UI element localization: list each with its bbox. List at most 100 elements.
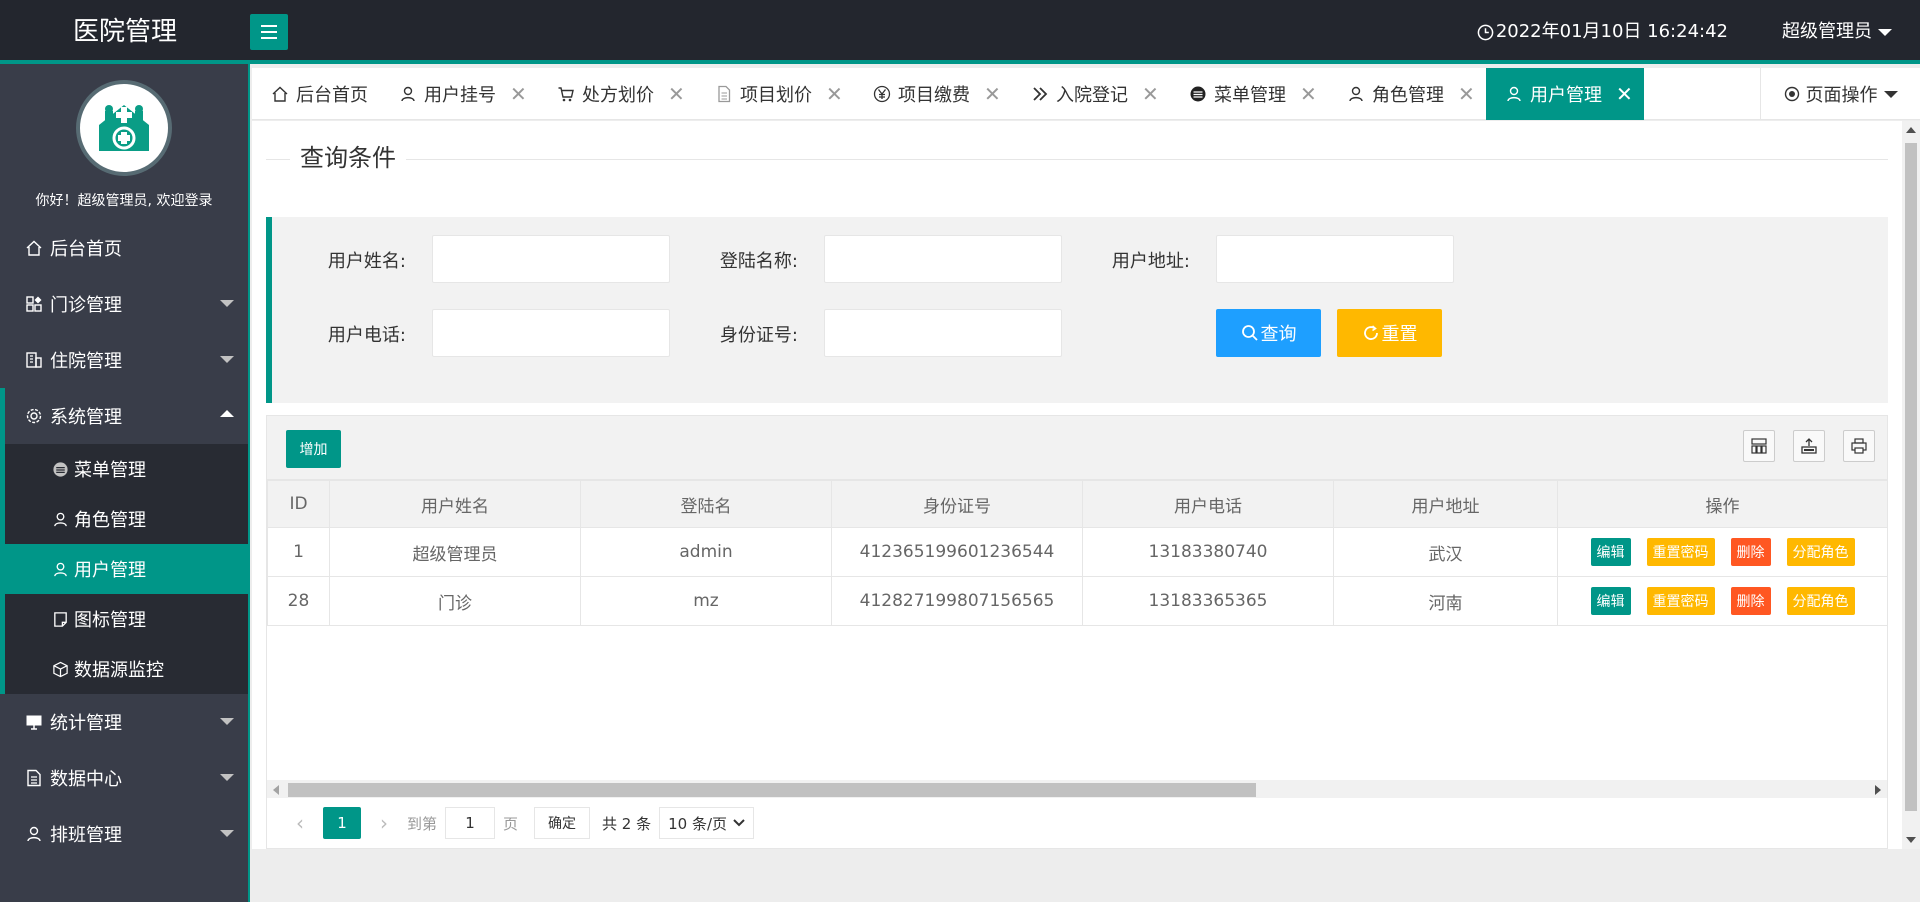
sidebar-item-menu-manage[interactable]: 菜单管理 (5, 444, 248, 494)
next-page-icon[interactable]: › (369, 807, 399, 839)
refresh-icon (1363, 325, 1378, 340)
sub-item-label: 数据源监控 (74, 660, 164, 681)
username-input[interactable] (432, 235, 670, 283)
sidebar-item-outpatient[interactable]: 门诊管理 (0, 276, 248, 332)
idcard-input[interactable] (824, 309, 1062, 357)
scroll-right-icon[interactable] (1875, 785, 1881, 795)
column-header[interactable]: 用户电话 (1082, 480, 1334, 528)
username-label: 用户姓名: (327, 251, 406, 272)
close-icon[interactable]: ✕ (1616, 82, 1633, 106)
tab-item-pricing[interactable]: 项目划价 ✕ (696, 68, 854, 120)
scrollbar-thumb[interactable] (288, 783, 1256, 797)
login-name-label: 登陆名称: (719, 251, 798, 272)
tab-registration[interactable]: 用户挂号 ✕ (380, 68, 538, 120)
sub-item-label: 用户管理 (74, 560, 146, 581)
column-header[interactable]: 用户姓名 (329, 480, 581, 528)
sidebar-item-label: 系统管理 (50, 407, 122, 428)
column-header[interactable]: 登陆名 (580, 480, 832, 528)
reset-password-button[interactable]: 重置密码 (1646, 587, 1715, 615)
menu-toggle-button[interactable] (250, 14, 288, 50)
close-icon[interactable]: ✕ (984, 82, 1001, 106)
columns-filter-button[interactable] (1743, 430, 1775, 462)
column-header[interactable]: 操作 (1557, 480, 1888, 528)
search-button[interactable]: 查询 (1216, 309, 1321, 357)
scrollbar-thumb[interactable] (1905, 143, 1917, 811)
delete-button[interactable]: 删除 (1730, 538, 1771, 566)
sidebar-item-user-manage[interactable]: 用户管理 (0, 544, 248, 594)
horizontal-scrollbar[interactable] (267, 780, 1887, 798)
print-icon (1851, 438, 1867, 454)
sub-item-label: 图标管理 (74, 610, 146, 631)
column-header[interactable]: ID (267, 480, 330, 528)
page-operations-dropdown[interactable]: 页面操作 (1760, 68, 1920, 120)
tab-role-manage[interactable]: 角色管理 ✕ (1328, 68, 1486, 120)
export-button[interactable] (1793, 430, 1825, 462)
tab-admission[interactable]: 入院登记 ✕ (1012, 68, 1170, 120)
home-icon (24, 238, 44, 258)
cell-login: mz (580, 576, 832, 626)
tab-prescription-pricing[interactable]: 处方划价 ✕ (538, 68, 696, 120)
assign-role-button[interactable]: 分配角色 (1786, 587, 1855, 615)
tab-menu-manage[interactable]: 菜单管理 ✕ (1170, 68, 1328, 120)
table-header-row: ID 用户姓名 登陆名 身份证号 用户电话 用户地址 操作 (267, 480, 1888, 528)
tab-item-payment[interactable]: 项目缴费 ✕ (854, 68, 1012, 120)
hospital-icon (99, 105, 149, 151)
sidebar-item-schedule[interactable]: 排班管理 (0, 806, 248, 862)
scroll-left-icon[interactable] (273, 785, 279, 795)
reset-button[interactable]: 重置 (1337, 309, 1442, 357)
app-logo[interactable]: 医院管理 (0, 0, 250, 60)
sidebar-item-datacenter[interactable]: 数据中心 (0, 750, 248, 806)
close-icon[interactable]: ✕ (1300, 82, 1317, 106)
caret-down-icon (1878, 28, 1892, 36)
cell-address: 河南 (1333, 576, 1558, 626)
cell-address: 武汉 (1333, 527, 1558, 577)
prev-page-icon[interactable]: ‹ (285, 807, 315, 839)
file-icon (714, 84, 734, 104)
caret-down-icon (220, 774, 234, 781)
close-icon[interactable]: ✕ (668, 82, 685, 106)
goto-page-input[interactable]: 1 (445, 807, 496, 839)
sidebar: 你好！超级管理员, 欢迎登录 后台首页 门诊管理 住院管理 系统管理 菜单管理 (0, 64, 250, 902)
address-input[interactable] (1216, 235, 1454, 283)
table-row[interactable]: 28 门诊 mz 412827199807156565 13183365365 … (267, 576, 1888, 626)
sidebar-item-inpatient[interactable]: 住院管理 (0, 332, 248, 388)
tab-user-manage[interactable]: 用户管理 ✕ (1486, 68, 1644, 120)
assign-role-button[interactable]: 分配角色 (1786, 538, 1855, 566)
print-button[interactable] (1843, 430, 1875, 462)
column-header[interactable]: 用户地址 (1333, 480, 1558, 528)
vertical-scrollbar[interactable] (1902, 121, 1920, 849)
tab-home[interactable]: 后台首页 (252, 68, 380, 120)
column-header[interactable]: 身份证号 (831, 480, 1083, 528)
cell-login: admin (580, 527, 832, 577)
add-button[interactable]: 增加 (286, 430, 341, 468)
scroll-down-icon[interactable] (1906, 837, 1916, 843)
main-content: 查询条件 用户姓名: 登陆名称: 用户地址: 用户电话: 身份证号: 查询 重置… (252, 121, 1902, 849)
phone-input[interactable] (432, 309, 670, 357)
close-icon[interactable]: ✕ (510, 82, 527, 106)
current-page[interactable]: 1 (323, 807, 361, 839)
close-icon[interactable]: ✕ (1142, 82, 1159, 106)
sidebar-item-home[interactable]: 后台首页 (0, 220, 248, 276)
tab-label: 项目缴费 (898, 85, 970, 106)
edit-button[interactable]: 编辑 (1590, 587, 1631, 615)
sidebar-item-role-manage[interactable]: 角色管理 (5, 494, 248, 544)
sidebar-item-statistics[interactable]: 统计管理 (0, 694, 248, 750)
pagination: ‹ 1 › 到第 1 页 确定 共 2 条 10 条/页 (267, 798, 1887, 848)
goto-confirm-button[interactable]: 确定 (534, 807, 591, 839)
delete-button[interactable]: 删除 (1730, 587, 1771, 615)
welcome-text: 你好！超级管理员, 欢迎登录 (35, 193, 213, 209)
table-row[interactable]: 1 超级管理员 admin 412365199601236544 1318338… (267, 527, 1888, 577)
close-icon[interactable]: ✕ (826, 82, 843, 106)
hospital-avatar[interactable] (76, 80, 172, 176)
sidebar-item-system[interactable]: 系统管理 (0, 388, 248, 444)
edit-button[interactable]: 编辑 (1590, 538, 1631, 566)
login-name-input[interactable] (824, 235, 1062, 283)
row-actions: 编辑 重置密码 删除 分配角色 (1559, 529, 1887, 576)
close-icon[interactable]: ✕ (1458, 82, 1475, 106)
scroll-up-icon[interactable] (1906, 127, 1916, 133)
reset-password-button[interactable]: 重置密码 (1646, 538, 1715, 566)
user-menu[interactable]: 超级管理员 (1782, 0, 1892, 64)
page-size-select[interactable]: 10 条/页 (659, 807, 755, 839)
sidebar-item-datasource[interactable]: 数据源监控 (5, 644, 248, 694)
sidebar-item-icon-manage[interactable]: 图标管理 (5, 594, 248, 644)
